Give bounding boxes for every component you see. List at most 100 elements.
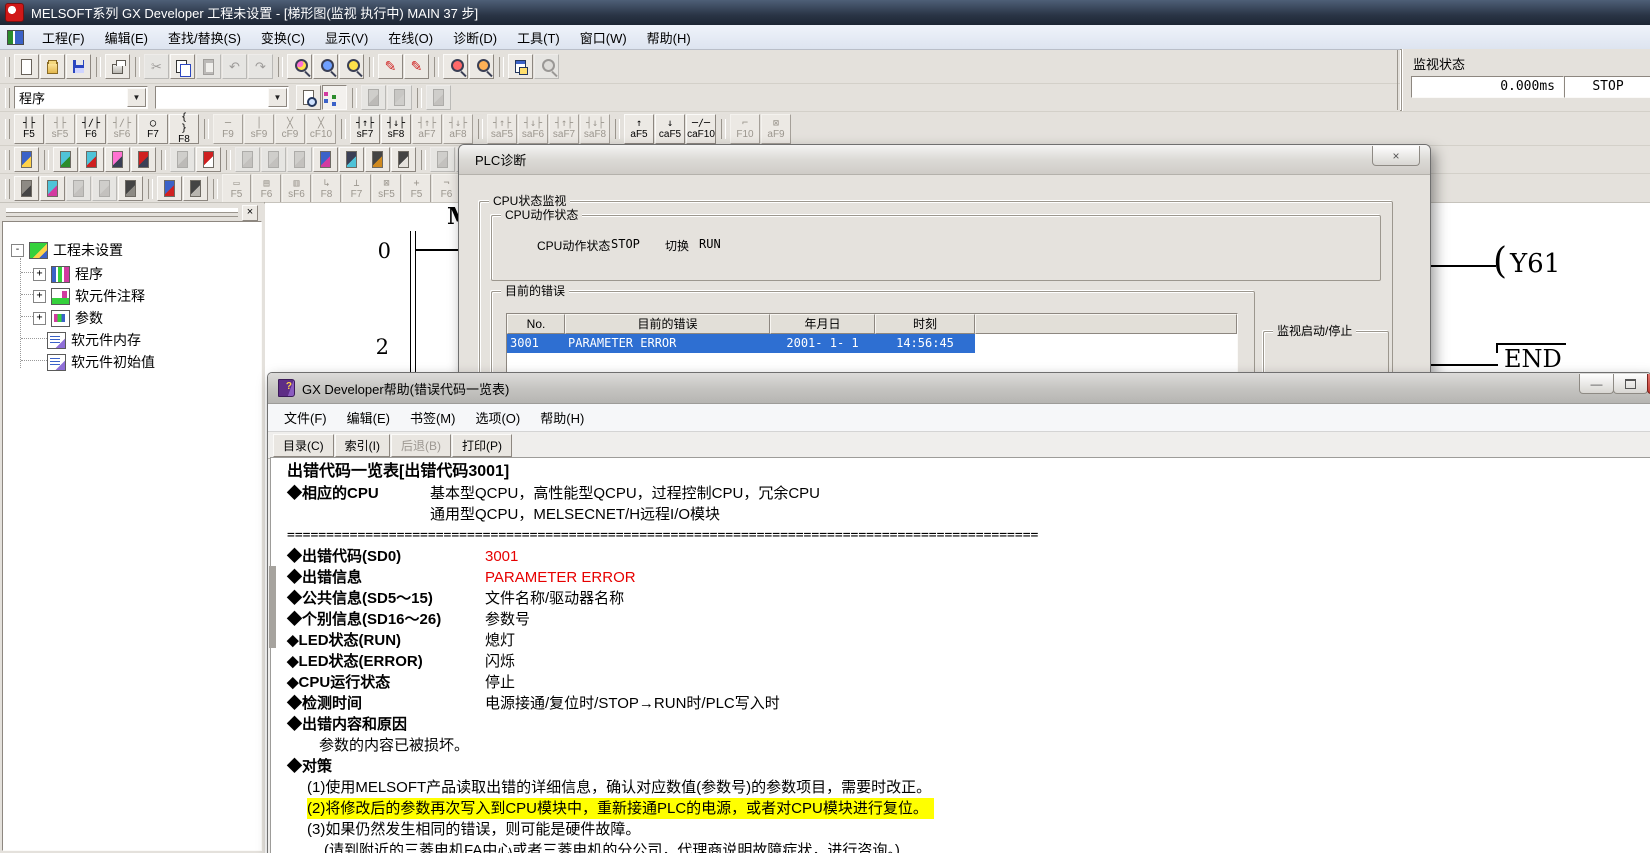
redo-button[interactable]: ↷ — [248, 54, 273, 79]
horizontal-line-button[interactable]: ─F9 — [213, 114, 243, 144]
toolbar-grip[interactable] — [5, 179, 10, 199]
sfc-step-number-button[interactable] — [92, 176, 117, 201]
monitor-write-mode-button[interactable] — [469, 54, 494, 79]
falling-pulse-not-branch-button[interactable]: ┤↓├saF8 — [580, 114, 610, 144]
delete-line-button[interactable]: ⊠aF9 — [761, 114, 791, 144]
toolbar-grip[interactable] — [5, 57, 10, 77]
toolbar-grip[interactable] — [5, 88, 10, 108]
scrollbar-thumb[interactable] — [269, 566, 276, 648]
transfer-setup-button[interactable] — [387, 85, 412, 110]
coil-button[interactable]: ◯F7 — [138, 114, 168, 144]
window-switch-button[interactable] — [508, 54, 533, 79]
tree-item-device-memory[interactable]: 软元件内存 — [47, 330, 141, 350]
main-menu-item-2[interactable]: 查找/替换(S) — [158, 24, 251, 51]
tree-item-project-root[interactable]: -工程未设置 — [11, 240, 123, 260]
toolbar-grip[interactable] — [5, 119, 10, 139]
copy-button[interactable] — [170, 54, 195, 79]
error-col-header-2[interactable]: 年月日 — [770, 314, 875, 334]
statement-edit-button[interactable] — [79, 147, 104, 172]
coil-device-y61[interactable]: Y61 — [1510, 249, 1560, 279]
data-type-combo[interactable]: 程序 ▼ — [14, 86, 148, 109]
error-col-header-3[interactable]: 时刻 — [875, 314, 975, 334]
main-menu-item-3[interactable]: 变换(C) — [251, 24, 315, 51]
open-contact-button[interactable]: ┤├F5 — [14, 114, 44, 144]
tree-item-device-init-value[interactable]: 软元件初始值 — [47, 352, 155, 372]
project-data-list-toggle-button[interactable] — [322, 85, 347, 110]
help-menu-item-1[interactable]: 编辑(E) — [337, 404, 400, 431]
device-test-button[interactable] — [287, 147, 312, 172]
plc-dialog-title-bar[interactable]: PLC诊断 — [459, 145, 1430, 175]
comment-edit-button[interactable] — [53, 147, 78, 172]
error-col-header-0[interactable]: No. — [507, 314, 565, 334]
new-window-display-button[interactable] — [296, 85, 321, 110]
tree-item-program[interactable]: +程序 — [33, 264, 103, 284]
collapse-icon[interactable]: - — [11, 244, 24, 257]
ladder-read-mode-button[interactable]: ✎ — [404, 54, 429, 79]
main-menu-item-5[interactable]: 在线(O) — [378, 24, 443, 51]
sfc-transition-button[interactable]: +F5 — [402, 174, 431, 203]
communication-cancel-button[interactable] — [196, 147, 221, 172]
main-menu-item-8[interactable]: 窗口(W) — [570, 24, 637, 51]
help-button-3[interactable]: 打印(P) — [452, 434, 512, 457]
rising-pulse-not-button[interactable]: ┤↑├saF5 — [487, 114, 517, 144]
find-device-monitor-button[interactable] — [105, 147, 130, 172]
delete-horizontal-line-button[interactable]: ╳cF9 — [275, 114, 305, 144]
expand-icon[interactable]: + — [33, 312, 46, 325]
expand-icon[interactable]: + — [33, 268, 46, 281]
help-menu-item-4[interactable]: 帮助(H) — [530, 404, 594, 431]
help-maximize-button[interactable] — [1613, 374, 1648, 394]
buffer-memory-monitor-button[interactable] — [365, 147, 390, 172]
invert-operation-result-button[interactable]: ─∕─caF10 — [686, 114, 716, 144]
new-project-button[interactable] — [14, 54, 39, 79]
vertical-line-button[interactable]: │sF9 — [244, 114, 274, 144]
tree-item-parameter[interactable]: +参数 — [33, 308, 103, 328]
help-menu-item-3[interactable]: 选项(O) — [465, 404, 530, 431]
sfc-step-button[interactable]: ▭F5 — [222, 174, 251, 203]
main-menu-item-4[interactable]: 显示(V) — [315, 24, 378, 51]
undo-button[interactable]: ↶ — [222, 54, 247, 79]
sfc-selection-divergence-button[interactable]: ¬F6 — [432, 174, 461, 203]
sfc-block-start-step2-button[interactable]: ▥sF6 — [282, 174, 311, 203]
help-menu-item-2[interactable]: 书签(M) — [400, 404, 466, 431]
invert-result-up-button[interactable]: ↑aF5 — [624, 114, 654, 144]
end-instruction[interactable]: END — [1498, 343, 1566, 373]
sfc-dummy-step-button[interactable]: ⊠sF5 — [372, 174, 401, 203]
save-project-button[interactable] — [66, 54, 91, 79]
paste-button[interactable] — [196, 54, 221, 79]
falling-pulse-branch-button[interactable]: ┤↓├aF8 — [443, 114, 473, 144]
window-tile-button[interactable] — [430, 147, 455, 172]
rising-pulse-branch-button[interactable]: ┤↑├aF7 — [412, 114, 442, 144]
falling-pulse-not-button[interactable]: ┤↓├saF6 — [518, 114, 548, 144]
entry-data-monitor-button[interactable] — [339, 147, 364, 172]
ladder-write-mode-button[interactable]: ✎ — [378, 54, 403, 79]
program-list-button[interactable] — [426, 85, 451, 110]
help-minimize-button[interactable]: — — [1579, 374, 1614, 394]
help-title-bar[interactable]: GX Developer帮助(错误代码一览表) — [268, 373, 1650, 404]
closed-branch-button[interactable]: ┤∕├sF6 — [107, 114, 137, 144]
cut-button[interactable]: ✂ — [144, 54, 169, 79]
main-menu-item-0[interactable]: 工程(F) — [32, 24, 95, 51]
sfc-jump-button[interactable]: ↳F8 — [312, 174, 341, 203]
error-table[interactable]: No.目前的错误年月日时刻 3001PARAMETER ERROR2001- 1… — [506, 313, 1238, 374]
sfc-step-attribute-button[interactable] — [183, 176, 208, 201]
tree-item-device-comment[interactable]: +软元件注释 — [33, 286, 145, 306]
main-menu-item-1[interactable]: 编辑(E) — [95, 24, 158, 51]
find-contact-coil-button[interactable] — [313, 54, 338, 79]
delete-vertical-line-button[interactable]: ╳cF10 — [306, 114, 336, 144]
error-table-row[interactable]: 3001PARAMETER ERROR2001- 1- 114:56:45 — [507, 334, 1237, 353]
open-project-button[interactable] — [40, 54, 65, 79]
telephone-line-connect-button[interactable] — [170, 147, 195, 172]
parameter-check-button[interactable] — [361, 85, 386, 110]
sfc-end-step-button[interactable]: ⊥F7 — [342, 174, 371, 203]
invert-result-down-button[interactable]: ↓caF5 — [655, 114, 685, 144]
monitor-stop-button[interactable] — [391, 147, 416, 172]
combo-dropdown-icon[interactable]: ▼ — [127, 88, 146, 107]
data-name-combo[interactable]: ▼ — [155, 86, 289, 109]
comment-display-button[interactable] — [534, 54, 559, 79]
help-button-0[interactable]: 目录(C) — [273, 434, 334, 457]
dock-grip[interactable] — [6, 208, 238, 217]
find-string-button[interactable] — [339, 54, 364, 79]
help-menu-item-0[interactable]: 文件(F) — [274, 404, 337, 431]
sfc-block-start-step-button[interactable]: ▤F6 — [252, 174, 281, 203]
main-menu-item-9[interactable]: 帮助(H) — [637, 24, 701, 51]
